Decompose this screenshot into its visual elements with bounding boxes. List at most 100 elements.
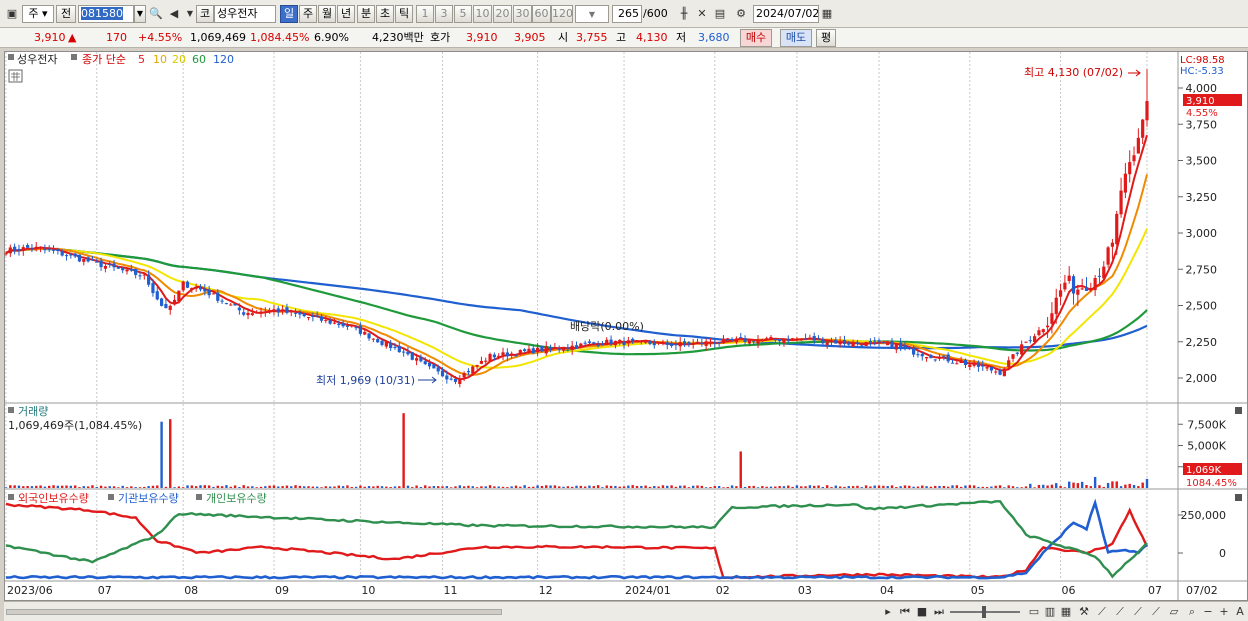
volume-bar bbox=[549, 485, 552, 488]
candle-body bbox=[756, 339, 760, 344]
candle-body bbox=[557, 348, 561, 350]
x-axis-label: 06 bbox=[1062, 584, 1076, 597]
holding-legend-institution[interactable]: 기관보유수량 bbox=[118, 492, 179, 505]
candle-body bbox=[717, 341, 721, 343]
volume-bar bbox=[761, 486, 764, 488]
volume-bar bbox=[622, 486, 626, 488]
channel-icon[interactable]: ⟋ bbox=[1130, 603, 1146, 621]
candle-body bbox=[8, 247, 12, 254]
candle-body bbox=[609, 339, 613, 344]
candle-body bbox=[894, 344, 898, 350]
volume-bar bbox=[73, 485, 77, 488]
candle-body bbox=[998, 370, 1002, 375]
volume-bar bbox=[964, 485, 967, 488]
volume-bar bbox=[1016, 487, 1019, 488]
panel-close-icon[interactable] bbox=[1235, 494, 1242, 501]
last-page-icon[interactable]: ⏭ bbox=[931, 603, 947, 621]
candle-body bbox=[829, 341, 834, 343]
stock-chart[interactable]: 4,000 3,750 3,500 3,250 3,000 2,750 2,500 2,250… bbox=[0, 0, 1248, 621]
volume-bar bbox=[635, 485, 639, 488]
text-tool-icon[interactable]: ⟋ bbox=[1148, 603, 1164, 621]
first-page-icon[interactable]: ⏮ bbox=[897, 603, 913, 621]
zoom-icon[interactable]: ⌕ bbox=[1184, 603, 1200, 621]
price-tick-label: 3,250 bbox=[1186, 191, 1218, 204]
candle-body bbox=[233, 303, 237, 306]
volume-bar bbox=[994, 485, 997, 488]
layout-icon[interactable]: ▭ bbox=[1026, 603, 1042, 621]
volume-bar bbox=[614, 485, 617, 488]
drawing-tool-icon[interactable]: ⚒ bbox=[1076, 603, 1092, 621]
scrollbar-thumb[interactable] bbox=[6, 609, 502, 615]
candle-body bbox=[726, 338, 730, 340]
candle-body bbox=[30, 248, 34, 250]
volume-bar bbox=[856, 485, 859, 488]
candle-body bbox=[56, 249, 60, 251]
volume-title[interactable]: 거래량 bbox=[18, 405, 48, 418]
volume-bar bbox=[372, 486, 375, 488]
volume-bar bbox=[315, 486, 319, 488]
candle-body bbox=[877, 340, 881, 342]
panel-close-icon[interactable] bbox=[1235, 407, 1242, 414]
zoom-slider-handle[interactable] bbox=[982, 606, 986, 618]
candle-body bbox=[1041, 329, 1045, 333]
eraser-icon[interactable]: ▱ bbox=[1166, 603, 1182, 621]
volume-bar bbox=[333, 486, 336, 488]
fib-icon[interactable]: ⟋ bbox=[1112, 603, 1128, 621]
candle-body bbox=[782, 339, 786, 344]
candle-body bbox=[924, 357, 929, 359]
compare-icon[interactable]: ▦ bbox=[1058, 603, 1074, 621]
candle-body bbox=[795, 338, 799, 340]
split-icon[interactable]: ▥ bbox=[1042, 603, 1058, 621]
legend-ma60[interactable]: 60 bbox=[192, 53, 206, 66]
legend-ma10[interactable]: 10 bbox=[153, 53, 167, 66]
stop-icon[interactable]: ■ bbox=[914, 603, 930, 621]
zoom-out-icon[interactable]: − bbox=[1200, 603, 1216, 621]
candle-body bbox=[138, 275, 142, 277]
data-table-icon[interactable] bbox=[8, 69, 23, 83]
legend-ma5[interactable]: 5 bbox=[138, 53, 145, 66]
holding-legend-individual[interactable]: 개인보유수량 bbox=[206, 492, 267, 505]
candle-body bbox=[211, 293, 216, 295]
zoom-in-icon[interactable]: + bbox=[1216, 603, 1232, 621]
volume-bar bbox=[177, 486, 181, 488]
volume-bar bbox=[298, 485, 302, 488]
volume-bar bbox=[186, 485, 189, 488]
legend-marker-icon bbox=[8, 54, 14, 60]
scroll-right-icon[interactable]: ▸ bbox=[880, 603, 896, 621]
legend-ma120[interactable]: 120 bbox=[213, 53, 234, 66]
candle-body bbox=[661, 341, 665, 343]
volume-bar bbox=[501, 486, 505, 488]
candle-body bbox=[916, 354, 920, 356]
candle-body bbox=[579, 343, 583, 347]
candle-body bbox=[86, 257, 90, 262]
x-axis-label: 09 bbox=[275, 584, 289, 597]
candle-body bbox=[523, 349, 527, 351]
legend-stock-name[interactable]: 성우전자 bbox=[17, 53, 57, 66]
candle-body bbox=[514, 355, 518, 357]
candle-body bbox=[691, 342, 695, 345]
volume-bar bbox=[1059, 485, 1062, 488]
legend-ma-label[interactable]: 종가 단순 bbox=[82, 53, 126, 66]
candle-body bbox=[255, 312, 259, 314]
font-size-icon[interactable]: A bbox=[1232, 603, 1248, 621]
volume-bar bbox=[661, 485, 665, 488]
legend-ma20[interactable]: 20 bbox=[172, 53, 186, 66]
chart-scrollbar[interactable] bbox=[4, 607, 504, 617]
x-axis-right-label: 07/02 bbox=[1186, 584, 1218, 597]
candle-body bbox=[328, 320, 332, 324]
candle-body bbox=[367, 333, 371, 339]
candle-body bbox=[618, 339, 622, 342]
candle-body bbox=[363, 331, 367, 335]
candle-body bbox=[773, 339, 777, 341]
zoom-slider[interactable] bbox=[950, 606, 1020, 618]
volume-bar bbox=[99, 485, 103, 488]
volume-bar bbox=[882, 485, 885, 488]
volume-bar bbox=[869, 486, 872, 488]
trendline-icon[interactable]: ⟋ bbox=[1094, 603, 1110, 621]
candle-body bbox=[116, 266, 120, 269]
volume-bar bbox=[1024, 486, 1028, 488]
candle-body bbox=[635, 340, 639, 342]
candle-body bbox=[644, 341, 648, 343]
price-tick-label: 4,000 bbox=[1186, 82, 1218, 95]
holding-legend-foreign[interactable]: 외국인보유수량 bbox=[18, 492, 89, 505]
